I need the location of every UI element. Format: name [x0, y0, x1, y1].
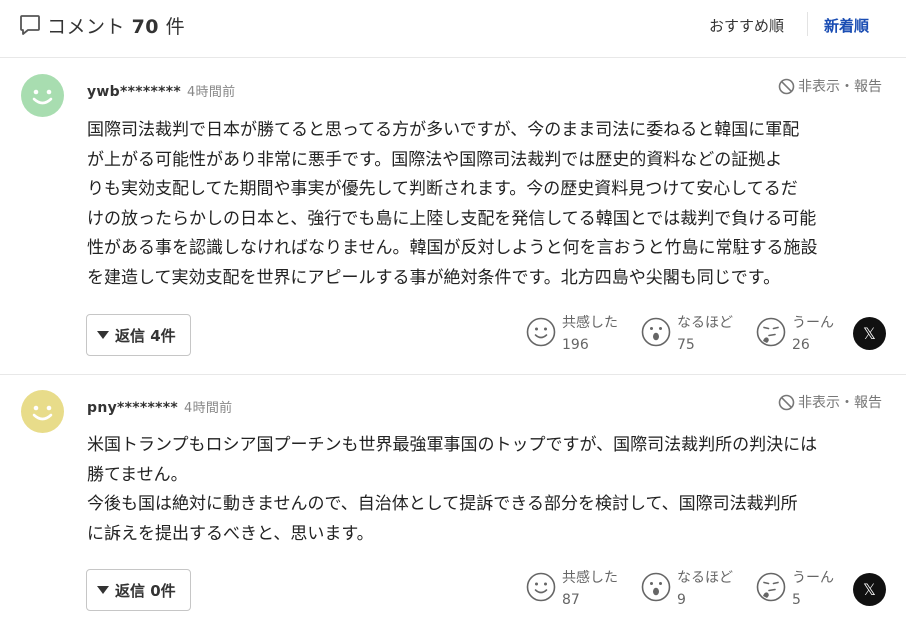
reaction-count: 26 [792, 337, 810, 353]
title-label: コメント [47, 16, 126, 38]
thinking-face-icon [756, 317, 786, 347]
reaction-label: うーん [792, 570, 834, 586]
smile-face-icon [526, 317, 556, 347]
share-x-button[interactable]: 𝕏 [853, 317, 886, 350]
comments-header: コメント 70 件 おすすめ順 新着順 [0, 0, 906, 52]
title-suffix: 件 [165, 16, 186, 38]
hide-report-link[interactable]: 非表示・報告 [778, 76, 882, 96]
triangle-down-icon [97, 331, 109, 339]
avatar[interactable] [21, 390, 64, 433]
comment-bubble-icon [20, 15, 40, 35]
prohibited-icon [778, 78, 795, 94]
sort-newest-tab[interactable]: 新着順 [824, 15, 869, 36]
reply-toggle-button[interactable]: 返信 4件 [86, 314, 191, 356]
smile-avatar-icon [21, 390, 64, 433]
reaction-hmm-button[interactable]: うーん 26 [756, 312, 834, 356]
smile-face-icon [526, 572, 556, 602]
thinking-face-icon [756, 572, 786, 602]
sort-recommended-tab[interactable]: おすすめ順 [709, 15, 784, 36]
x-logo-icon: 𝕏 [863, 324, 876, 343]
triangle-down-icon [97, 586, 109, 594]
username[interactable]: pny******** [87, 400, 178, 416]
reply-toggle-button[interactable]: 返信 0件 [86, 569, 191, 611]
comment-user: ywb******** 4時間前 [87, 81, 235, 100]
comment-item: ywb******** 4時間前 非表示・報告 国際司法裁判で日本が勝てると思って… [0, 58, 906, 374]
surprised-face-icon [641, 317, 671, 347]
reaction-empathize-button[interactable]: 共感した 87 [526, 567, 618, 611]
reaction-count: 9 [677, 592, 686, 608]
smile-avatar-icon [21, 74, 64, 117]
reaction-count: 87 [562, 592, 580, 608]
username[interactable]: ywb******** [87, 84, 181, 100]
reaction-convinced-button[interactable]: なるほど 75 [641, 312, 733, 356]
comment-time: 4時間前 [186, 85, 236, 100]
reaction-count: 196 [562, 337, 589, 353]
reaction-label: 共感した [562, 570, 618, 586]
reaction-count: 5 [792, 592, 801, 608]
reaction-hmm-button[interactable]: うーん 5 [756, 567, 834, 611]
prohibited-icon [778, 394, 795, 410]
reaction-count: 75 [677, 337, 695, 353]
hide-report-link[interactable]: 非表示・報告 [778, 392, 882, 412]
comment-count: 70 [131, 16, 160, 38]
reaction-convinced-button[interactable]: なるほど 9 [641, 567, 733, 611]
comment-time: 4時間前 [184, 401, 233, 416]
reaction-label: 共感した [562, 315, 618, 331]
report-label: 非表示・報告 [798, 79, 882, 95]
comment-user: pny******** 4時間前 [87, 397, 232, 416]
sort-divider [807, 12, 808, 36]
reaction-label: うーん [792, 315, 834, 331]
comment-item: pny******** 4時間前 非表示・報告 米国トランプもロシア国プーチンも世… [0, 375, 906, 626]
reaction-label: なるほど [677, 570, 733, 586]
x-logo-icon: 𝕏 [863, 580, 876, 599]
comment-body: 国際司法裁判で日本が勝てると思ってる方が多いですが、今のまま司法に委ねると韓国に… [87, 120, 818, 288]
share-x-button[interactable]: 𝕏 [853, 573, 886, 606]
comment-body: 米国トランプもロシア国プーチンも世界最強軍事国のトップですが、国際司法裁判所の判… [87, 435, 818, 544]
reply-label: 返信 0件 [115, 581, 176, 600]
reaction-label: なるほど [677, 315, 733, 331]
report-label: 非表示・報告 [798, 395, 882, 411]
reaction-empathize-button[interactable]: 共感した 196 [526, 312, 618, 356]
avatar[interactable] [21, 74, 64, 117]
page-title: コメント 70 件 [47, 12, 185, 39]
reply-label: 返信 4件 [115, 326, 176, 345]
surprised-face-icon [641, 572, 671, 602]
